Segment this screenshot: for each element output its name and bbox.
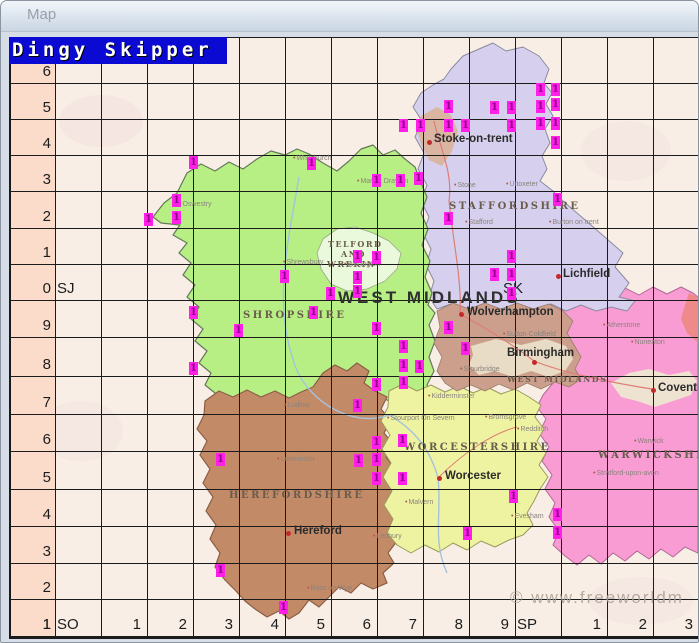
record-marker[interactable]: 1: [553, 193, 562, 206]
record-marker[interactable]: 1: [189, 362, 198, 375]
record-marker[interactable]: 1: [414, 172, 423, 185]
record-marker[interactable]: 1: [372, 251, 381, 264]
record-marker[interactable]: 1: [507, 250, 516, 263]
record-marker[interactable]: 1: [309, 306, 318, 319]
record-marker[interactable]: 1: [353, 285, 362, 298]
record-marker[interactable]: 1: [189, 306, 198, 319]
map-window: STAFFORDSHIRESHROPSHIRETELFORDANDWREKINW…: [0, 0, 699, 643]
record-marker[interactable]: 1: [536, 83, 545, 96]
window-titlebar[interactable]: Map: [1, 1, 698, 32]
record-marker[interactable]: 1: [507, 268, 516, 281]
record-marker[interactable]: 1: [172, 211, 181, 224]
record-marker[interactable]: 1: [553, 526, 562, 539]
record-marker[interactable]: 1: [551, 117, 560, 130]
record-marker[interactable]: 1: [398, 434, 407, 447]
record-marker[interactable]: 1: [372, 174, 381, 187]
record-marker[interactable]: 1: [551, 83, 560, 96]
record-marker[interactable]: 1: [444, 100, 453, 113]
record-marker[interactable]: 1: [326, 287, 335, 300]
record-marker[interactable]: 1: [490, 101, 499, 114]
record-marker[interactable]: 1: [399, 340, 408, 353]
record-marker[interactable]: 1: [279, 601, 288, 614]
record-marker[interactable]: 1: [507, 287, 516, 300]
record-marker[interactable]: 1: [353, 271, 362, 284]
record-marker[interactable]: 1: [372, 453, 381, 466]
record-marker[interactable]: 1: [354, 454, 363, 467]
record-marker[interactable]: 1: [461, 342, 470, 355]
record-marker[interactable]: 1: [551, 98, 560, 111]
record-marker[interactable]: 1: [372, 472, 381, 485]
record-marker[interactable]: 1: [234, 324, 243, 337]
record-marker[interactable]: 1: [216, 564, 225, 577]
record-marker[interactable]: 1: [399, 119, 408, 132]
record-marker[interactable]: 1: [507, 101, 516, 114]
record-marker[interactable]: 1: [216, 453, 225, 466]
occurrence-markers: 1111111111111111111111111111111111111111…: [1, 1, 698, 642]
record-marker[interactable]: 1: [144, 213, 153, 226]
record-marker[interactable]: 1: [189, 156, 198, 169]
record-marker[interactable]: 1: [172, 194, 181, 207]
record-marker[interactable]: 1: [461, 119, 470, 132]
record-marker[interactable]: 1: [553, 508, 562, 521]
record-marker[interactable]: 1: [444, 212, 453, 225]
record-marker[interactable]: 1: [399, 359, 408, 372]
record-marker[interactable]: 1: [307, 157, 316, 170]
record-marker[interactable]: 1: [507, 119, 516, 132]
record-marker[interactable]: 1: [509, 490, 518, 503]
record-marker[interactable]: 1: [444, 321, 453, 334]
record-marker[interactable]: 1: [536, 100, 545, 113]
record-marker[interactable]: 1: [536, 117, 545, 130]
window-title: Map: [27, 6, 57, 23]
record-marker[interactable]: 1: [416, 119, 425, 132]
record-marker[interactable]: 1: [415, 360, 424, 373]
record-marker[interactable]: 1: [353, 399, 362, 412]
record-marker[interactable]: 1: [551, 136, 560, 149]
species-name: Dingy Skipper: [12, 39, 213, 61]
record-marker[interactable]: 1: [372, 322, 381, 335]
record-marker[interactable]: 1: [372, 436, 381, 449]
record-marker[interactable]: 1: [396, 174, 405, 187]
species-banner: Dingy Skipper: [9, 37, 227, 64]
record-marker[interactable]: 1: [353, 250, 362, 263]
record-marker[interactable]: 1: [444, 119, 453, 132]
record-marker[interactable]: 1: [398, 472, 407, 485]
record-marker[interactable]: 1: [372, 378, 381, 391]
record-marker[interactable]: 1: [399, 376, 408, 389]
record-marker[interactable]: 1: [463, 527, 472, 540]
record-marker[interactable]: 1: [280, 270, 289, 283]
record-marker[interactable]: 1: [490, 268, 499, 281]
map-content[interactable]: STAFFORDSHIRESHROPSHIRETELFORDANDWREKINW…: [1, 1, 698, 642]
